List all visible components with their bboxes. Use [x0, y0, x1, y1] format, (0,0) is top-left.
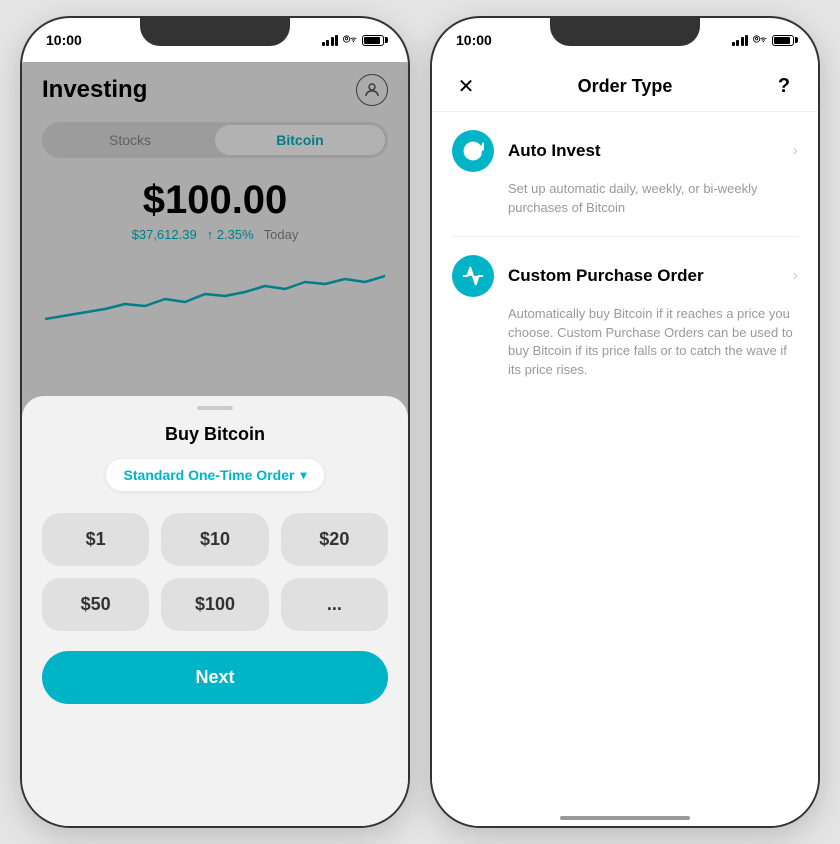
chevron-down-icon: ▾: [300, 468, 306, 482]
time-left: 10:00: [46, 32, 82, 48]
custom-order-option[interactable]: Custom Purchase Order › Automatically bu…: [432, 237, 818, 380]
amount-btn-10[interactable]: $10: [161, 513, 268, 566]
right-phone-content: ✕ Order Type ? Auto Invest ›: [432, 62, 818, 826]
amount-btn-more[interactable]: ...: [281, 578, 388, 631]
amount-btn-1[interactable]: $1: [42, 513, 149, 566]
custom-order-icon: [452, 255, 494, 297]
status-icons-left: [322, 35, 385, 46]
home-indicator-right: [560, 816, 690, 820]
next-button[interactable]: Next: [42, 651, 388, 704]
sheet-title: Buy Bitcoin: [42, 424, 388, 445]
nav-title: Order Type: [578, 76, 673, 97]
bottom-sheet: Buy Bitcoin Standard One-Time Order ▾ $1…: [22, 396, 408, 826]
left-phone: 10:00 Investing S: [20, 16, 410, 828]
notch-right: [550, 18, 700, 46]
auto-invest-option[interactable]: Auto Invest › Set up automatic daily, we…: [432, 112, 818, 218]
signal-icon-right: [732, 35, 749, 46]
status-icons-right: [732, 35, 795, 46]
wifi-icon: [343, 35, 357, 45]
order-type-bg: ✕ Order Type ? Auto Invest ›: [432, 62, 818, 826]
amount-btn-20[interactable]: $20: [281, 513, 388, 566]
auto-invest-header: Auto Invest ›: [452, 130, 798, 172]
signal-icon: [322, 35, 339, 46]
auto-invest-chevron: ›: [793, 142, 798, 160]
nav-header: ✕ Order Type ?: [432, 62, 818, 112]
sheet-handle: [197, 406, 233, 410]
help-button[interactable]: ?: [770, 75, 798, 98]
amount-btn-50[interactable]: $50: [42, 578, 149, 631]
order-type-selector[interactable]: Standard One-Time Order ▾: [106, 459, 325, 491]
notch: [140, 18, 290, 46]
right-phone: 10:00 ✕ Order Type ?: [430, 16, 820, 828]
battery-icon-right: [772, 35, 794, 46]
custom-order-desc: Automatically buy Bitcoin if it reaches …: [508, 305, 798, 380]
custom-order-chevron: ›: [793, 267, 798, 285]
amount-btn-100[interactable]: $100: [161, 578, 268, 631]
battery-icon: [362, 35, 384, 46]
auto-invest-icon: [452, 130, 494, 172]
custom-order-header: Custom Purchase Order ›: [452, 255, 798, 297]
wifi-icon-right: [753, 35, 767, 45]
custom-order-title: Custom Purchase Order: [508, 266, 779, 286]
close-button[interactable]: ✕: [452, 74, 480, 99]
time-right: 10:00: [456, 32, 492, 48]
amount-grid: $1 $10 $20 $50 $100 ...: [42, 513, 388, 631]
auto-invest-desc: Set up automatic daily, weekly, or bi-we…: [508, 180, 798, 218]
auto-invest-title: Auto Invest: [508, 141, 779, 161]
order-type-label: Standard One-Time Order: [124, 467, 295, 483]
left-phone-content: Investing Stocks Bitcoin $100.00 $37,612…: [22, 62, 408, 826]
